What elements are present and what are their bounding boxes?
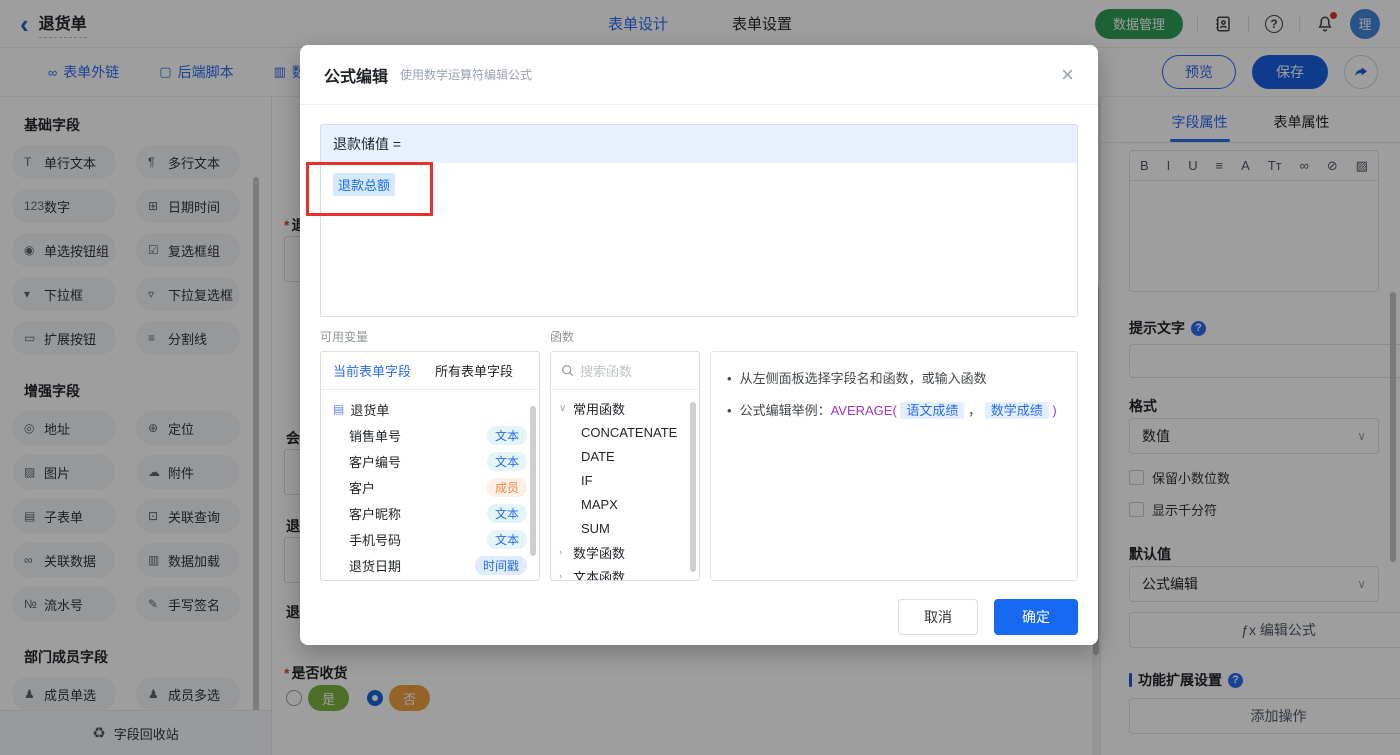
formula-tips-panel: • 从左侧面板选择字段名和函数，或输入函数 • 公式编辑举例：AVERAGE( 语… bbox=[710, 351, 1078, 581]
field-type-badge: 文本 bbox=[486, 425, 527, 445]
function-group-label: 文本函数 bbox=[573, 569, 626, 581]
example-chip-math: 数学成绩 bbox=[984, 402, 1049, 419]
example-chip-chinese: 语文成绩 bbox=[900, 402, 965, 419]
variable-field-row[interactable]: 退货日期 时间戳 bbox=[321, 552, 539, 578]
tip-line-1: 从左侧面板选择字段名和函数，或输入函数 bbox=[739, 371, 987, 386]
field-type-badge: 文本 bbox=[486, 451, 527, 471]
function-item-DATE[interactable]: DATE bbox=[551, 444, 699, 468]
variable-field-row[interactable]: 客户昵称 文本 bbox=[321, 500, 539, 526]
variable-field-name: 退货日期 bbox=[349, 558, 402, 574]
variable-field-name: 客户昵称 bbox=[349, 506, 402, 522]
variables-label: 可用变量 bbox=[320, 330, 369, 344]
formula-edit-modal: 公式编辑 使用数学运算符编辑公式 × 退款储值 = 退款总额 可用变量 函数 当… bbox=[300, 45, 1098, 645]
function-item-MAPX[interactable]: MAPX bbox=[551, 492, 699, 516]
tab-current-form-fields[interactable]: 当前表单字段 bbox=[321, 361, 423, 380]
field-type-badge: 文本 bbox=[486, 529, 527, 549]
formula-editor: 退款储值 = 退款总额 bbox=[320, 124, 1078, 317]
variables-panel: 当前表单字段 所有表单字段 ▤ 退货单 销售单号 文本 客户编号 文本 客户 成员 客户昵称… bbox=[320, 351, 540, 581]
variable-field-row[interactable]: 客户编号 文本 bbox=[321, 448, 539, 474]
function-item-IF[interactable]: IF bbox=[551, 468, 699, 492]
document-icon: ▤ bbox=[333, 402, 345, 416]
confirm-button[interactable]: 确定 bbox=[994, 599, 1078, 635]
functions-panel: 搜索函数 ∨ 常用函数 CONCATENATE DATE IF MAPX SUM › 数学函数 ›… bbox=[550, 351, 700, 581]
modal-subtitle: 使用数学运算符编辑公式 bbox=[400, 68, 533, 82]
function-group-文本函数[interactable]: › 文本函数 bbox=[551, 564, 699, 581]
modal-title: 公式编辑 bbox=[324, 68, 389, 86]
function-group-label: 常用函数 bbox=[573, 401, 626, 417]
caret-down-icon: ∨ bbox=[559, 402, 567, 414]
caret-right-icon: › bbox=[559, 570, 563, 581]
search-placeholder: 搜索函数 bbox=[580, 364, 633, 379]
tip-line-2: 公式编辑举例：AVERAGE( 语文成绩 ， 数学成绩 ) bbox=[739, 402, 1057, 419]
tab-all-form-fields[interactable]: 所有表单字段 bbox=[423, 361, 525, 380]
formula-input-area[interactable]: 退款总额 bbox=[321, 163, 1077, 316]
field-chip-refund-total[interactable]: 退款总额 bbox=[333, 173, 396, 196]
variable-field-name: 客户 bbox=[349, 480, 376, 496]
tree-root-form[interactable]: ▤ 退货单 bbox=[321, 396, 539, 422]
function-item-CONCATENATE[interactable]: CONCATENATE bbox=[551, 420, 699, 444]
variable-field-row[interactable]: 客户 成员 bbox=[321, 474, 539, 500]
search-icon bbox=[561, 364, 574, 377]
cancel-button[interactable]: 取消 bbox=[898, 599, 978, 635]
field-type-badge: 时间戳 bbox=[474, 555, 527, 575]
formula-target: 退款储值 = bbox=[321, 125, 1077, 163]
field-type-badge: 文本 bbox=[486, 503, 527, 523]
function-group-label: 数学函数 bbox=[573, 545, 626, 561]
function-item-SUM[interactable]: SUM bbox=[551, 516, 699, 540]
function-search-input[interactable]: 搜索函数 bbox=[551, 352, 699, 390]
variable-field-name: 客户编号 bbox=[349, 454, 402, 470]
field-type-badge: 成员 bbox=[486, 477, 527, 497]
caret-right-icon: › bbox=[559, 546, 563, 558]
close-icon[interactable]: × bbox=[1061, 63, 1074, 86]
functions-scrollbar-thumb[interactable] bbox=[690, 402, 696, 572]
functions-label: 函数 bbox=[550, 330, 575, 344]
variables-scrollbar-thumb[interactable] bbox=[530, 406, 536, 556]
function-group-常用函数[interactable]: ∨ 常用函数 bbox=[551, 396, 699, 420]
function-group-数学函数[interactable]: › 数学函数 bbox=[551, 540, 699, 564]
variable-field-row[interactable]: 手机号码 文本 bbox=[321, 526, 539, 552]
variable-field-name: 手机号码 bbox=[349, 532, 402, 548]
variable-field-name: 销售单号 bbox=[349, 428, 402, 444]
variable-field-row[interactable]: 销售单号 文本 bbox=[321, 422, 539, 448]
